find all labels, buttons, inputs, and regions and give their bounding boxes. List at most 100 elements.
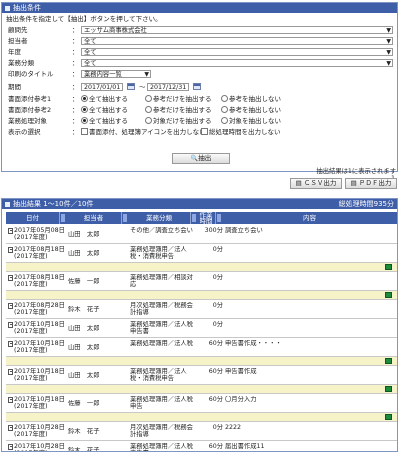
table-row[interactable]: 2017年10月18日 (2017年度) 佐藤 一郎 業務処理簿用／法人税申告 60分〇… xyxy=(6,394,397,413)
field-label: 年度 xyxy=(8,48,21,56)
row-category: 業務処理簿用／法人税・消費税申告 xyxy=(130,368,187,382)
row-staff: 佐藤 一郎 xyxy=(68,278,100,285)
document-icon[interactable] xyxy=(8,397,13,403)
row-category: 業務処理簿用／法人税・消費税申告 xyxy=(130,246,187,260)
document-icon[interactable] xyxy=(8,322,13,328)
radio-icon xyxy=(221,116,228,124)
document-icon[interactable] xyxy=(8,247,13,253)
dropdown-arrow-icon: ▼ xyxy=(386,60,391,67)
row-date: 2017年10月28日(2017年度) xyxy=(8,424,66,438)
sort-icon[interactable] xyxy=(217,214,221,222)
document-icon[interactable] xyxy=(8,341,13,347)
table-header: 日付 担当者 業務分類 作業時間 内容 xyxy=(6,212,397,224)
radio-option[interactable]: 対象を抽出しない xyxy=(221,116,281,126)
category-select[interactable]: 全て ▼ xyxy=(81,59,393,67)
sort-icon[interactable] xyxy=(123,214,127,222)
field-label: 担当者 xyxy=(8,37,28,45)
csv-export-button[interactable]: ▤ ＣＳＶ出力 xyxy=(290,178,342,189)
period-to-input[interactable]: 2017/12/31 xyxy=(147,83,189,91)
table-row[interactable]: 2017年08月18日 (2017年度) 山田 太郎 業務処理簿用／法人税・消費税申告… xyxy=(6,244,397,263)
document-icon[interactable] xyxy=(8,425,13,431)
radio-option[interactable]: 全て抽出する xyxy=(81,116,128,126)
year-select[interactable]: 全て ▼ xyxy=(81,48,393,56)
radio-option[interactable]: 全て抽出する xyxy=(81,105,128,115)
memo-icon[interactable] xyxy=(385,386,392,392)
table-row[interactable]: 2017年05月08日 (2017年度) 山田 太郎 その他／調査立ち会い 300分 調査… xyxy=(6,225,397,244)
row-staff: 山田 太郎 xyxy=(68,325,100,332)
table-row[interactable]: 2017年08月28日 (2017年度) 鈴木 花子 月次処理簿用／税務会計指導 0分 xyxy=(6,300,397,319)
radio-option[interactable]: 参考だけを抽出する xyxy=(145,105,212,115)
col-staff[interactable]: 担当者 xyxy=(66,212,122,224)
pdf-export-button[interactable]: ▤ ＰＤＦ出力 xyxy=(345,178,397,189)
memo-icon[interactable] xyxy=(385,292,392,298)
row-date: 2017年08月18日 (2017年度) xyxy=(8,274,66,288)
sort-icon[interactable] xyxy=(192,214,196,222)
row-time: 0分 xyxy=(212,302,223,309)
row-category: 業務処理簿用／法人税 xyxy=(130,340,193,347)
radio-option[interactable]: 対象だけを抽出する xyxy=(145,116,212,126)
memo-row xyxy=(6,357,397,366)
row-content: 〇月分入力 xyxy=(225,396,257,403)
print-title-select[interactable]: 業務内容一覧 ▼ xyxy=(81,70,151,78)
table-row[interactable]: 2017年10月28日(2017年度)鈴木 花子 業務処理簿用／法人税申告書 60分… xyxy=(6,441,397,451)
field-period: 期間 ： 2017/01/01 ～ 2017/12/31 xyxy=(6,82,394,92)
results-note: 抽出結果は1に表示されます xyxy=(316,168,396,175)
row-date: 2017年10月18日 (2017年度) xyxy=(8,321,66,335)
document-icon[interactable] xyxy=(8,369,13,375)
total-time: 総処理時間935分 xyxy=(338,200,394,208)
radio-option[interactable]: 参考を抽出しない xyxy=(221,94,281,104)
period-from-input[interactable]: 2017/01/01 xyxy=(81,83,123,91)
table-row[interactable]: 2017年10月18日 (2017年度) 山田 太郎 業務処理簿用／法人税申告書 0分 xyxy=(6,319,397,338)
filter-form: 顧問先 ： エッサム商事株式会社 ▼ 担当者 ： 全て ▼ 年度 ： 全て ▼ 業務分… xyxy=(2,25,397,175)
extract-button[interactable]: 🔍抽出 xyxy=(172,153,230,164)
results-table: 日付 担当者 業務分類 作業時間 内容 2017年05月08日 (2017年度) 山… xyxy=(6,212,397,451)
table-row[interactable]: 2017年10月18日 (2017年度) 山田 太郎 業務処理簿用／法人税 60分 申告書… xyxy=(6,338,397,357)
table-row[interactable]: 2017年10月18日 (2017年度) 山田 太郎 業務処理簿用／法人税・消費税申告… xyxy=(6,366,397,385)
calendar-icon[interactable] xyxy=(127,83,135,90)
table-row[interactable]: 2017年08月18日 (2017年度) 佐藤 一郎 業務処理簿用／相談対応 0分 xyxy=(6,272,397,291)
row-staff: 鈴木 花子 xyxy=(68,428,100,435)
field-client: 顧問先 ： エッサム商事株式会社 ▼ xyxy=(8,26,393,34)
col-content: 内容 xyxy=(303,214,316,222)
row-staff: 佐藤 一郎 xyxy=(68,400,100,407)
radio-option[interactable]: 参考だけを抽出する xyxy=(145,94,212,104)
radio-option[interactable]: 参考を抽出しない xyxy=(221,105,281,115)
row-date: 2017年10月18日 (2017年度) xyxy=(8,368,66,382)
document-icon[interactable] xyxy=(8,303,13,309)
field-label: 業務分類 xyxy=(8,59,34,67)
calendar-icon[interactable] xyxy=(193,83,201,90)
row-content: 調査立ち会い xyxy=(225,227,263,234)
row-time: 60分 xyxy=(208,340,223,347)
row-category: 業務処理簿用／法人税申告書 xyxy=(130,321,193,335)
document-icon[interactable] xyxy=(8,228,13,234)
table-row[interactable]: 2017年10月28日 (2017年度) 鈴木 花子 月次処理簿用／税務会計指導 0分 2… xyxy=(6,422,397,441)
memo-icon[interactable] xyxy=(385,414,392,420)
col-category[interactable]: 業務分類 xyxy=(128,212,191,224)
checkbox-icon xyxy=(81,127,88,135)
col-time[interactable]: 作業時間 xyxy=(197,212,216,224)
radio-option[interactable]: 全て抽出する xyxy=(81,94,128,104)
memo-icon[interactable] xyxy=(385,358,392,364)
file-icon: ▤ xyxy=(295,179,302,187)
memo-icon[interactable] xyxy=(385,264,392,270)
sort-icon[interactable] xyxy=(61,214,65,222)
col-date[interactable]: 日付 xyxy=(6,212,60,224)
staff-select[interactable]: 全て ▼ xyxy=(81,37,393,45)
row-staff: 鈴木 花子 xyxy=(68,306,100,313)
dropdown-arrow-icon: ▼ xyxy=(144,71,149,78)
filter-instruction: 抽出条件を指定して【抽出】ボタンを押して下さい。 xyxy=(6,15,162,23)
document-icon[interactable] xyxy=(8,444,13,450)
row-date: 2017年10月28日(2017年度) xyxy=(8,443,66,451)
radio-selected-icon xyxy=(81,105,88,113)
row-category: その他／調査立ち会い xyxy=(130,227,193,234)
radio-icon xyxy=(221,105,228,113)
document-icon[interactable] xyxy=(8,275,13,281)
filter-panel-title: 抽出条件 xyxy=(13,4,41,12)
row-content: 申告書作成 xyxy=(225,368,257,375)
checkbox-option[interactable]: 書面添付、処理簿アイコンを出力しない xyxy=(81,127,206,137)
field-label: 期間 xyxy=(8,83,21,91)
checkbox-option[interactable]: 総処理時間を出力しない xyxy=(201,127,281,137)
row-category: 業務処理簿用／法人税申告 xyxy=(130,396,193,410)
field-label: 業務処理対象 xyxy=(8,117,47,125)
client-select[interactable]: エッサム商事株式会社 ▼ xyxy=(81,26,393,34)
